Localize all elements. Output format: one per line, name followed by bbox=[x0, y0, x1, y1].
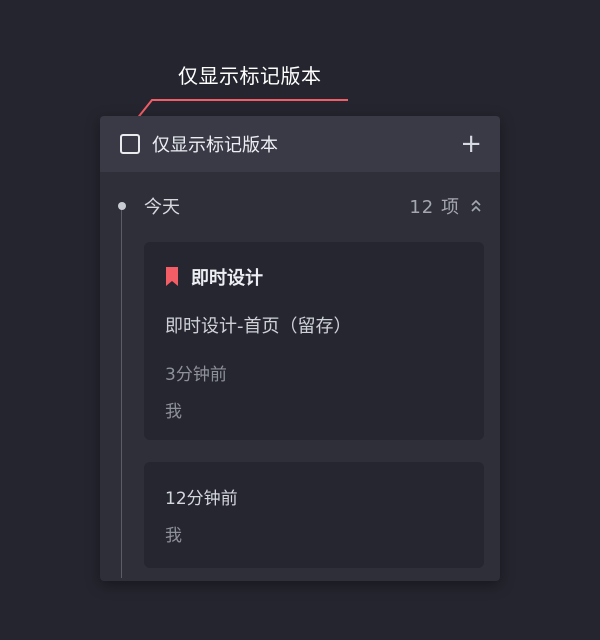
version-history-panel: 仅显示标记版本 + 今天 12 项 即时设计 即时设计-首页（留存） 3分钟前 … bbox=[100, 116, 500, 581]
stage: 仅显示标记版本 仅显示标记版本 + 今天 12 项 即时设计 即时设计-首页（留… bbox=[0, 0, 600, 640]
day-label: 今天 bbox=[144, 197, 180, 218]
version-name: 即时设计-首页（留存） bbox=[165, 316, 352, 337]
show-marked-only-checkbox[interactable] bbox=[120, 134, 140, 154]
panel-header: 仅显示标记版本 + bbox=[100, 116, 500, 172]
tag-title: 即时设计 bbox=[191, 268, 263, 289]
tag-row: 即时设计 bbox=[165, 264, 463, 290]
bookmark-icon bbox=[166, 267, 178, 286]
chevron-up-double-icon[interactable] bbox=[470, 198, 482, 214]
plus-icon[interactable]: + bbox=[460, 131, 482, 157]
day-group-header[interactable]: 今天 12 项 bbox=[144, 192, 482, 220]
version-time: 3分钟前 bbox=[165, 365, 227, 385]
version-author: 我 bbox=[165, 402, 182, 422]
timeline-dot bbox=[118, 202, 126, 210]
version-time: 12分钟前 bbox=[165, 489, 238, 509]
timeline-line bbox=[121, 206, 122, 578]
callout-label: 仅显示标记版本 bbox=[178, 64, 322, 88]
version-card[interactable]: 即时设计 即时设计-首页（留存） 3分钟前 我 bbox=[144, 242, 484, 440]
version-card[interactable]: 12分钟前 我 bbox=[144, 462, 484, 568]
item-count: 12 项 bbox=[409, 197, 460, 218]
version-author: 我 bbox=[165, 526, 182, 546]
show-marked-only-label[interactable]: 仅显示标记版本 bbox=[152, 131, 460, 157]
